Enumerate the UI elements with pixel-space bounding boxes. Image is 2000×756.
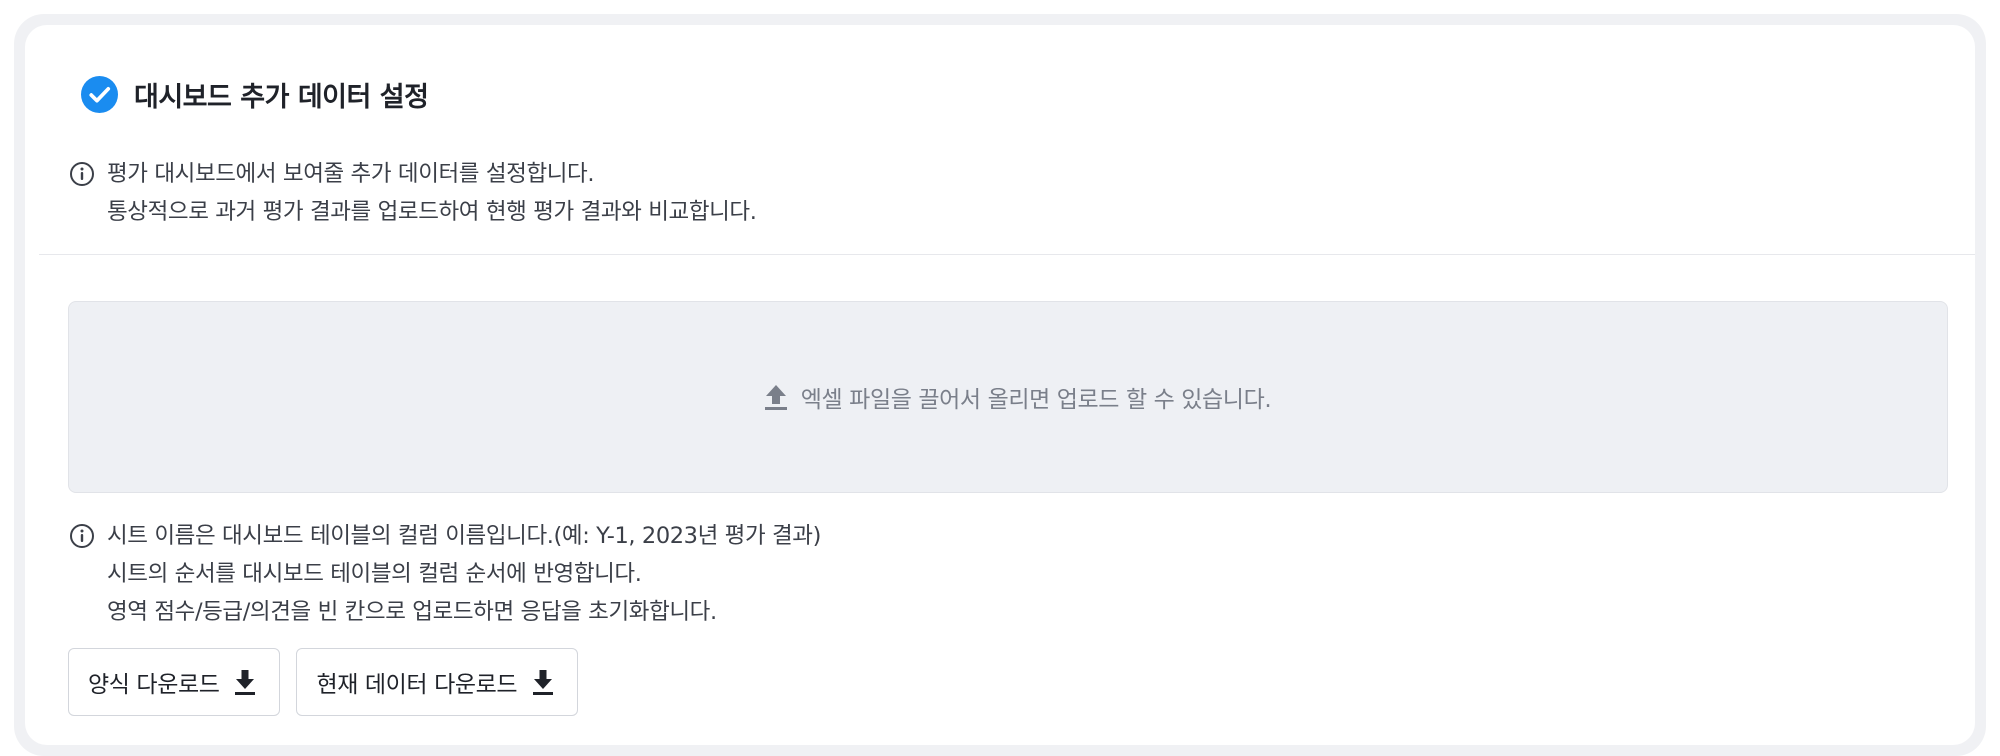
sheet-info-line: 영역 점수/등급/의견을 빈 칸으로 업로드하면 응답을 초기화합니다. xyxy=(107,599,717,625)
dropzone-content: 엑셀 파일을 끌어서 올리면 업로드 할 수 있습니다. xyxy=(763,380,1272,414)
section-title: 대시보드 추가 데이터 설정 xyxy=(134,82,429,113)
dropzone-text: 엑셀 파일을 끌어서 올리면 업로드 할 수 있습니다. xyxy=(800,387,1272,413)
description-line: 평가 대시보드에서 보여줄 추가 데이터를 설정합니다. xyxy=(107,161,595,187)
description-block: 평가 대시보드에서 보여줄 추가 데이터를 설정합니다. 통상적으로 과거 평가… xyxy=(69,155,757,231)
description-line: 통상적으로 과거 평가 결과를 업로드하여 현행 평가 결과와 비교합니다. xyxy=(107,199,757,225)
template-download-button[interactable]: 양식 다운로드 xyxy=(68,648,281,716)
sheet-info-block: 시트 이름은 대시보드 테이블의 컬럼 이름입니다.(예: Y-1, 2023년… xyxy=(69,517,821,631)
info-icon xyxy=(70,162,94,186)
file-dropzone[interactable]: 엑셀 파일을 끌어서 올리면 업로드 할 수 있습니다. xyxy=(68,301,1948,493)
download-button-row: 양식 다운로드 현재 데이터 다운로드 xyxy=(68,648,594,716)
download-icon xyxy=(235,670,256,695)
outer-frame: 대시보드 추가 데이터 설정 평가 대시보드에서 보여줄 추가 데이터를 설정합… xyxy=(14,14,1986,756)
current-data-download-label: 현재 데이터 다운로드 xyxy=(316,672,518,698)
divider xyxy=(39,254,1975,255)
check-circle-icon xyxy=(81,76,118,113)
section-header: 대시보드 추가 데이터 설정 xyxy=(81,75,429,114)
info-icon xyxy=(70,524,94,548)
current-data-download-button[interactable]: 현재 데이터 다운로드 xyxy=(296,648,579,716)
download-icon xyxy=(533,670,554,695)
template-download-label: 양식 다운로드 xyxy=(88,672,220,698)
upload-icon xyxy=(764,385,787,410)
description-text: 평가 대시보드에서 보여줄 추가 데이터를 설정합니다. 통상적으로 과거 평가… xyxy=(107,155,757,231)
settings-card: 대시보드 추가 데이터 설정 평가 대시보드에서 보여줄 추가 데이터를 설정합… xyxy=(25,25,1975,745)
sheet-info-line: 시트의 순서를 대시보드 테이블의 컬럼 순서에 반영합니다. xyxy=(107,561,642,587)
sheet-info-line: 시트 이름은 대시보드 테이블의 컬럼 이름입니다.(예: Y-1, 2023년… xyxy=(107,523,821,549)
sheet-info-text: 시트 이름은 대시보드 테이블의 컬럼 이름입니다.(예: Y-1, 2023년… xyxy=(107,517,821,631)
